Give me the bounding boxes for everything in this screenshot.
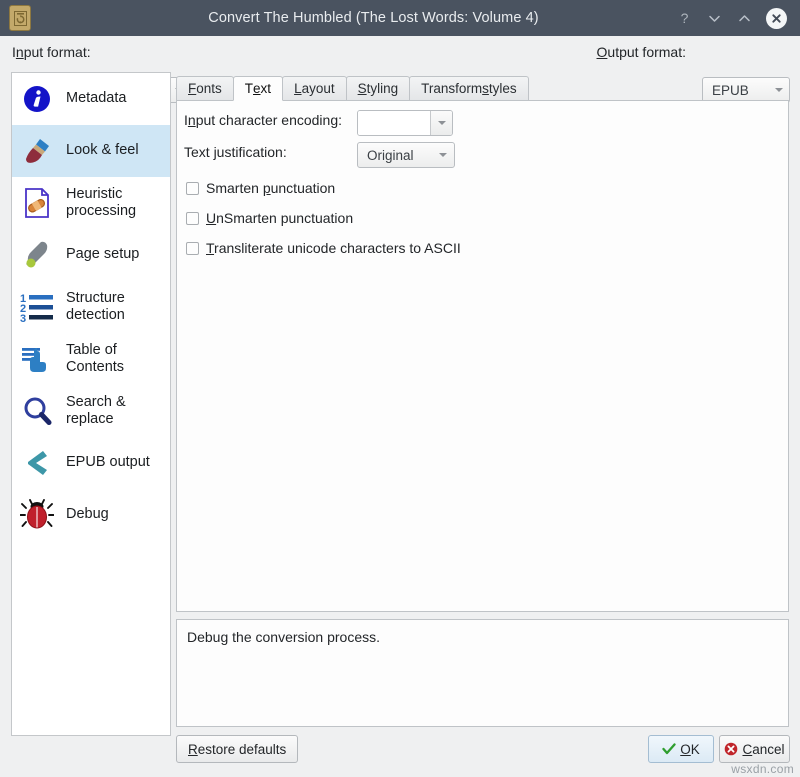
chevron-up-icon[interactable] bbox=[736, 10, 753, 27]
convert-icon bbox=[9, 5, 31, 31]
chevron-left-icon bbox=[15, 440, 59, 486]
sidebar-item-metadata[interactable]: Metadata bbox=[12, 73, 170, 125]
checkbox-label: UnSmarten punctuation bbox=[206, 210, 353, 226]
watermark: wsxdn.com bbox=[731, 762, 794, 776]
ok-button[interactable]: OK bbox=[648, 735, 714, 763]
settings-sidebar[interactable]: Metadata Look & feel Heur bbox=[11, 72, 171, 736]
text-justification-row: Text justification: bbox=[184, 144, 287, 160]
help-description-box: Debug the conversion process. bbox=[176, 619, 789, 727]
restore-defaults-button[interactable]: Restore defaults bbox=[176, 735, 298, 763]
wrench-screwdriver-icon bbox=[15, 232, 59, 278]
help-text: Debug the conversion process. bbox=[187, 629, 380, 645]
tab-layout[interactable]: Layout bbox=[282, 76, 347, 100]
sidebar-item-search-and-replace[interactable]: Search & replace bbox=[12, 385, 170, 437]
sidebar-item-label: Structure detection bbox=[66, 290, 125, 324]
restore-defaults-label: Restore defaults bbox=[188, 742, 286, 757]
sidebar-item-structure-detection[interactable]: 1 2 3 Structure detection bbox=[12, 281, 170, 333]
format-bar: Input format: AZW3 Output format: EPUB bbox=[0, 36, 800, 70]
text-justification-select[interactable]: Original bbox=[357, 142, 455, 168]
output-format-label: Output format: bbox=[597, 44, 686, 60]
sidebar-item-label: Table of Contents bbox=[66, 342, 124, 376]
svg-text:3: 3 bbox=[20, 313, 26, 323]
help-icon[interactable]: ? bbox=[676, 10, 693, 27]
convert-dialog: Convert The Humbled (The Lost Words: Vol… bbox=[0, 0, 800, 777]
sidebar-item-epub-output[interactable]: EPUB output bbox=[12, 437, 170, 489]
settings-tabs[interactable]: Fonts Text Layout Styling Transform styl… bbox=[176, 77, 789, 101]
tab-text[interactable]: Text bbox=[233, 76, 283, 101]
toc-hand-icon bbox=[15, 336, 59, 382]
sidebar-item-debug[interactable]: Debug bbox=[12, 489, 170, 541]
document-bandage-icon bbox=[15, 180, 59, 226]
checkbox-box[interactable] bbox=[186, 182, 199, 195]
info-circle-icon bbox=[15, 76, 59, 122]
ladybug-icon bbox=[15, 492, 59, 538]
tab-styling[interactable]: Styling bbox=[346, 76, 411, 100]
tab-fonts[interactable]: Fonts bbox=[176, 76, 234, 100]
cancel-circle-icon bbox=[724, 742, 738, 756]
sidebar-item-label: Debug bbox=[66, 506, 109, 523]
sidebar-item-label: EPUB output bbox=[66, 454, 150, 471]
sidebar-item-label: Search & replace bbox=[66, 394, 126, 428]
chevron-down-icon[interactable] bbox=[430, 111, 452, 135]
close-icon[interactable] bbox=[766, 8, 787, 29]
window-title: Convert The Humbled (The Lost Words: Vol… bbox=[31, 10, 676, 26]
transliterate-unicode-checkbox[interactable]: Transliterate unicode characters to ASCI… bbox=[186, 240, 461, 256]
text-justification-value: Original bbox=[358, 148, 432, 163]
text-tab-panel: Input character encoding: Text justifica… bbox=[176, 100, 789, 612]
window-controls: ? bbox=[676, 8, 787, 29]
sidebar-item-label: Look & feel bbox=[66, 142, 139, 159]
magnifier-icon bbox=[15, 388, 59, 434]
sidebar-item-label: Heuristic processing bbox=[66, 186, 136, 220]
sidebar-item-page-setup[interactable]: Page setup bbox=[12, 229, 170, 281]
sidebar-item-table-of-contents[interactable]: Table of Contents bbox=[12, 333, 170, 385]
sidebar-item-heuristic-processing[interactable]: Heuristic processing bbox=[12, 177, 170, 229]
sidebar-item-look-and-feel[interactable]: Look & feel bbox=[12, 125, 170, 177]
checkbox-label: Smarten punctuation bbox=[206, 180, 335, 196]
cancel-button[interactable]: Cancel bbox=[719, 735, 790, 763]
title-bar: Convert The Humbled (The Lost Words: Vol… bbox=[0, 0, 800, 36]
tab-transform-styles[interactable]: Transform styles bbox=[409, 76, 529, 100]
sidebar-item-label: Page setup bbox=[66, 246, 139, 263]
text-justification-label: Text justification: bbox=[184, 144, 287, 160]
checkbox-box[interactable] bbox=[186, 242, 199, 255]
cancel-label: Cancel bbox=[742, 742, 784, 757]
input-encoding-label: Input character encoding: bbox=[184, 112, 342, 128]
numbered-list-icon: 1 2 3 bbox=[15, 284, 59, 330]
chevron-down-icon bbox=[432, 153, 454, 157]
sidebar-item-label: Metadata bbox=[66, 90, 126, 107]
checkmark-icon bbox=[662, 742, 676, 756]
input-encoding-row: Input character encoding: bbox=[184, 112, 342, 128]
smarten-punctuation-checkbox[interactable]: Smarten punctuation bbox=[186, 180, 335, 196]
ok-label: OK bbox=[680, 742, 700, 757]
paintbrush-icon bbox=[15, 128, 59, 174]
svg-text:?: ? bbox=[681, 11, 689, 26]
input-format-label: Input format: bbox=[12, 44, 91, 60]
checkbox-label: Transliterate unicode characters to ASCI… bbox=[206, 240, 461, 256]
input-encoding-value[interactable] bbox=[358, 111, 430, 135]
checkbox-box[interactable] bbox=[186, 212, 199, 225]
chevron-down-icon[interactable] bbox=[706, 10, 723, 27]
input-encoding-combo[interactable] bbox=[357, 110, 453, 136]
unsmarten-punctuation-checkbox[interactable]: UnSmarten punctuation bbox=[186, 210, 353, 226]
